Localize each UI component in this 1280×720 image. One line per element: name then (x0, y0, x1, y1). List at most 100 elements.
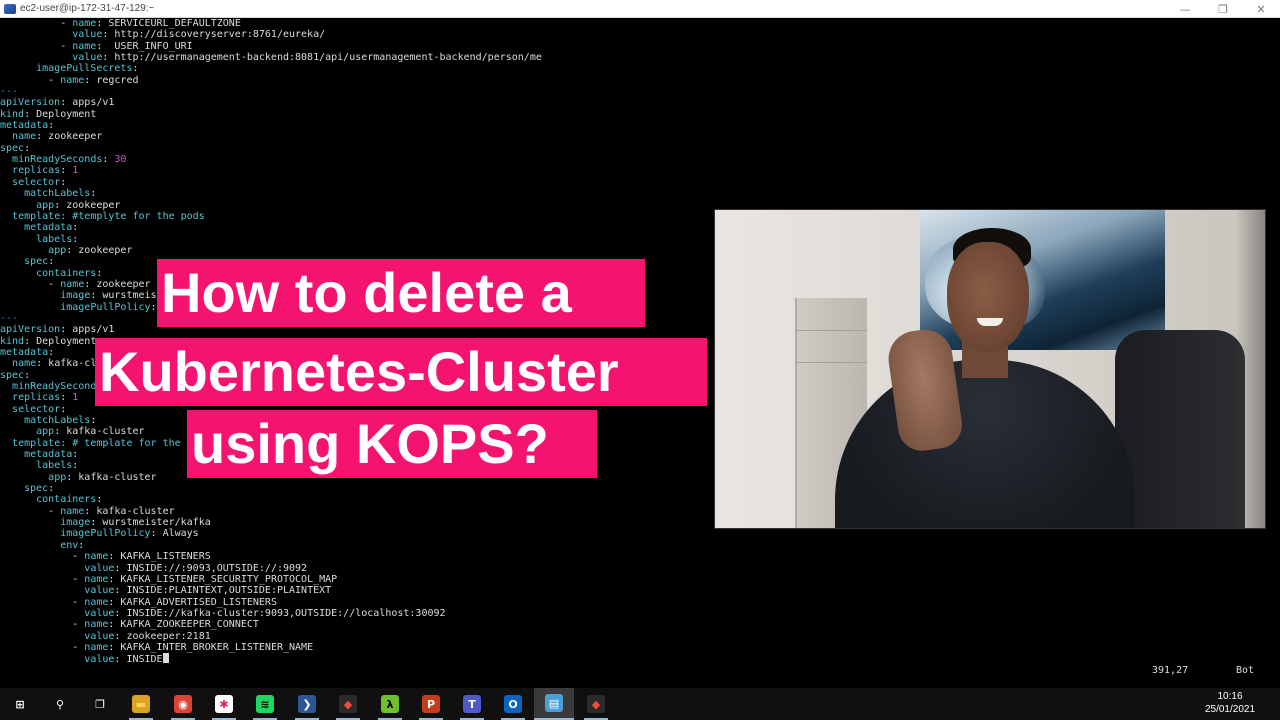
code-line: kind: Deployment (0, 109, 1280, 120)
taskbar-item-powerpoint[interactable]: P (411, 688, 451, 720)
code-token: : zookeeper (36, 131, 103, 143)
code-line: - name: USER_INFO_URI (0, 41, 1280, 52)
taskbar-item-search[interactable]: ⚲ (40, 688, 80, 720)
system-clock[interactable]: 10:16 25/01/2021 (1200, 690, 1260, 716)
code-token: --- (0, 86, 19, 98)
code-token: : (96, 494, 103, 506)
code-token: name (84, 573, 109, 585)
code-token: containers (36, 494, 97, 506)
terminal-app-icon (4, 3, 16, 14)
taskbar-item-outlook[interactable]: O (493, 688, 533, 720)
code-line: apiVersion: apps/v1 (0, 97, 1280, 108)
taskbar-item-task-view[interactable]: ❐ (80, 688, 120, 720)
task-view-icon: ❐ (95, 697, 105, 711)
code-token: : #templyte for the pods (60, 210, 205, 222)
code-token: : (90, 415, 97, 427)
taskbar-item-teams[interactable]: T (452, 688, 492, 720)
taskbar-item-notes-app[interactable]: ▤ (534, 688, 574, 720)
code-token: : (102, 154, 115, 166)
taskbar-item-windows-start[interactable]: ⊞ (0, 688, 40, 720)
code-token: apiVersion (0, 324, 61, 336)
taskbar-item-lambda[interactable]: λ (370, 688, 410, 720)
code-token: template (12, 210, 61, 222)
code-token: name (72, 18, 97, 29)
code-token: imagePullSecrets (36, 63, 133, 75)
code-token: name (84, 596, 109, 608)
window-controls: — ❐ ✕ (1166, 0, 1280, 18)
close-button[interactable]: ✕ (1242, 0, 1280, 18)
code-token: : # template for the (60, 437, 181, 449)
git-gui-icon: ◆ (339, 695, 357, 713)
window-title-bar: ec2-user@ip-172-31-47-129:~ — ❐ ✕ (0, 0, 1280, 18)
taskbar-item-powershell[interactable]: ❯ (287, 688, 327, 720)
code-token: selector (12, 176, 61, 188)
code-token: value (72, 52, 103, 64)
headline-line-3: using KOPS? (187, 410, 597, 478)
taskbar-item-file-explorer[interactable]: ▬ (121, 688, 161, 720)
code-line: name: zookeeper (0, 131, 1280, 142)
spotify-icon: ≋ (256, 695, 274, 713)
headline-line-2: Kubernetes-Cluster (95, 338, 707, 406)
code-token: metadata (24, 222, 73, 234)
code-token: : (150, 301, 157, 313)
taskbar-item-git-gui[interactable]: ◆ (328, 688, 368, 720)
code-token: : Deployment (24, 108, 97, 120)
code-token: name (60, 505, 85, 517)
code-token: value (72, 29, 103, 41)
taskbar-item-slack[interactable]: ✱ (204, 688, 244, 720)
code-token: 1 (72, 392, 79, 404)
code-token: : (60, 176, 67, 188)
taskbar-item-chrome[interactable]: ◉ (163, 688, 203, 720)
code-token: - (0, 40, 73, 52)
code-token: : (24, 142, 31, 154)
code-token: minReadySecond (12, 381, 97, 392)
code-token: : kafka-cluster (84, 505, 175, 517)
code-token: name (84, 551, 109, 563)
taskbar-item-git[interactable]: ◆ (576, 688, 616, 720)
code-token: : (72, 222, 79, 234)
code-token: app (48, 244, 67, 256)
code-token: value (84, 585, 115, 597)
code-token: metadata (0, 120, 49, 132)
code-line: - name: KAFKA_ZOOKEEPER_CONNECT (0, 619, 1280, 630)
code-token: --- (0, 312, 19, 324)
code-token: : regcred (84, 74, 139, 86)
lambda-icon: λ (381, 695, 399, 713)
code-line: - name: SERVICEURL_DEFAULTZONE (0, 18, 1280, 29)
code-token: app (36, 199, 55, 211)
code-token: : apps/v1 (60, 324, 115, 336)
code-token: kind (0, 108, 25, 120)
code-line: value: INSIDE:PLAINTEXT,OUTSIDE:PLAINTEX… (0, 585, 1280, 596)
maximize-button[interactable]: ❐ (1204, 0, 1242, 18)
code-token: matchLabels (24, 415, 91, 427)
code-token: name (84, 619, 109, 631)
code-token: : INSIDE://kafka-cluster:9093,OUTSIDE://… (114, 607, 446, 619)
headline-line-1: How to delete a (157, 259, 645, 327)
code-token: : wurstmeister/kafka (90, 517, 211, 529)
chrome-icon: ◉ (174, 695, 192, 713)
minimize-button[interactable]: — (1166, 0, 1204, 18)
code-line: - name: KAFKA_LISTENER_SECURITY_PROTOCOL… (0, 574, 1280, 585)
code-line: - name: regcred (0, 75, 1280, 86)
code-token: value (84, 654, 115, 666)
code-token: : kafka-cl (36, 358, 97, 370)
code-line: matchLabels: (0, 188, 1280, 199)
taskbar-item-spotify[interactable]: ≋ (245, 688, 285, 720)
code-token: - (0, 619, 85, 631)
code-token: : (48, 120, 55, 132)
code-token: selector (12, 403, 61, 415)
code-token: : KAFKA_INTER_BROKER_LISTENER_NAME (108, 641, 314, 653)
